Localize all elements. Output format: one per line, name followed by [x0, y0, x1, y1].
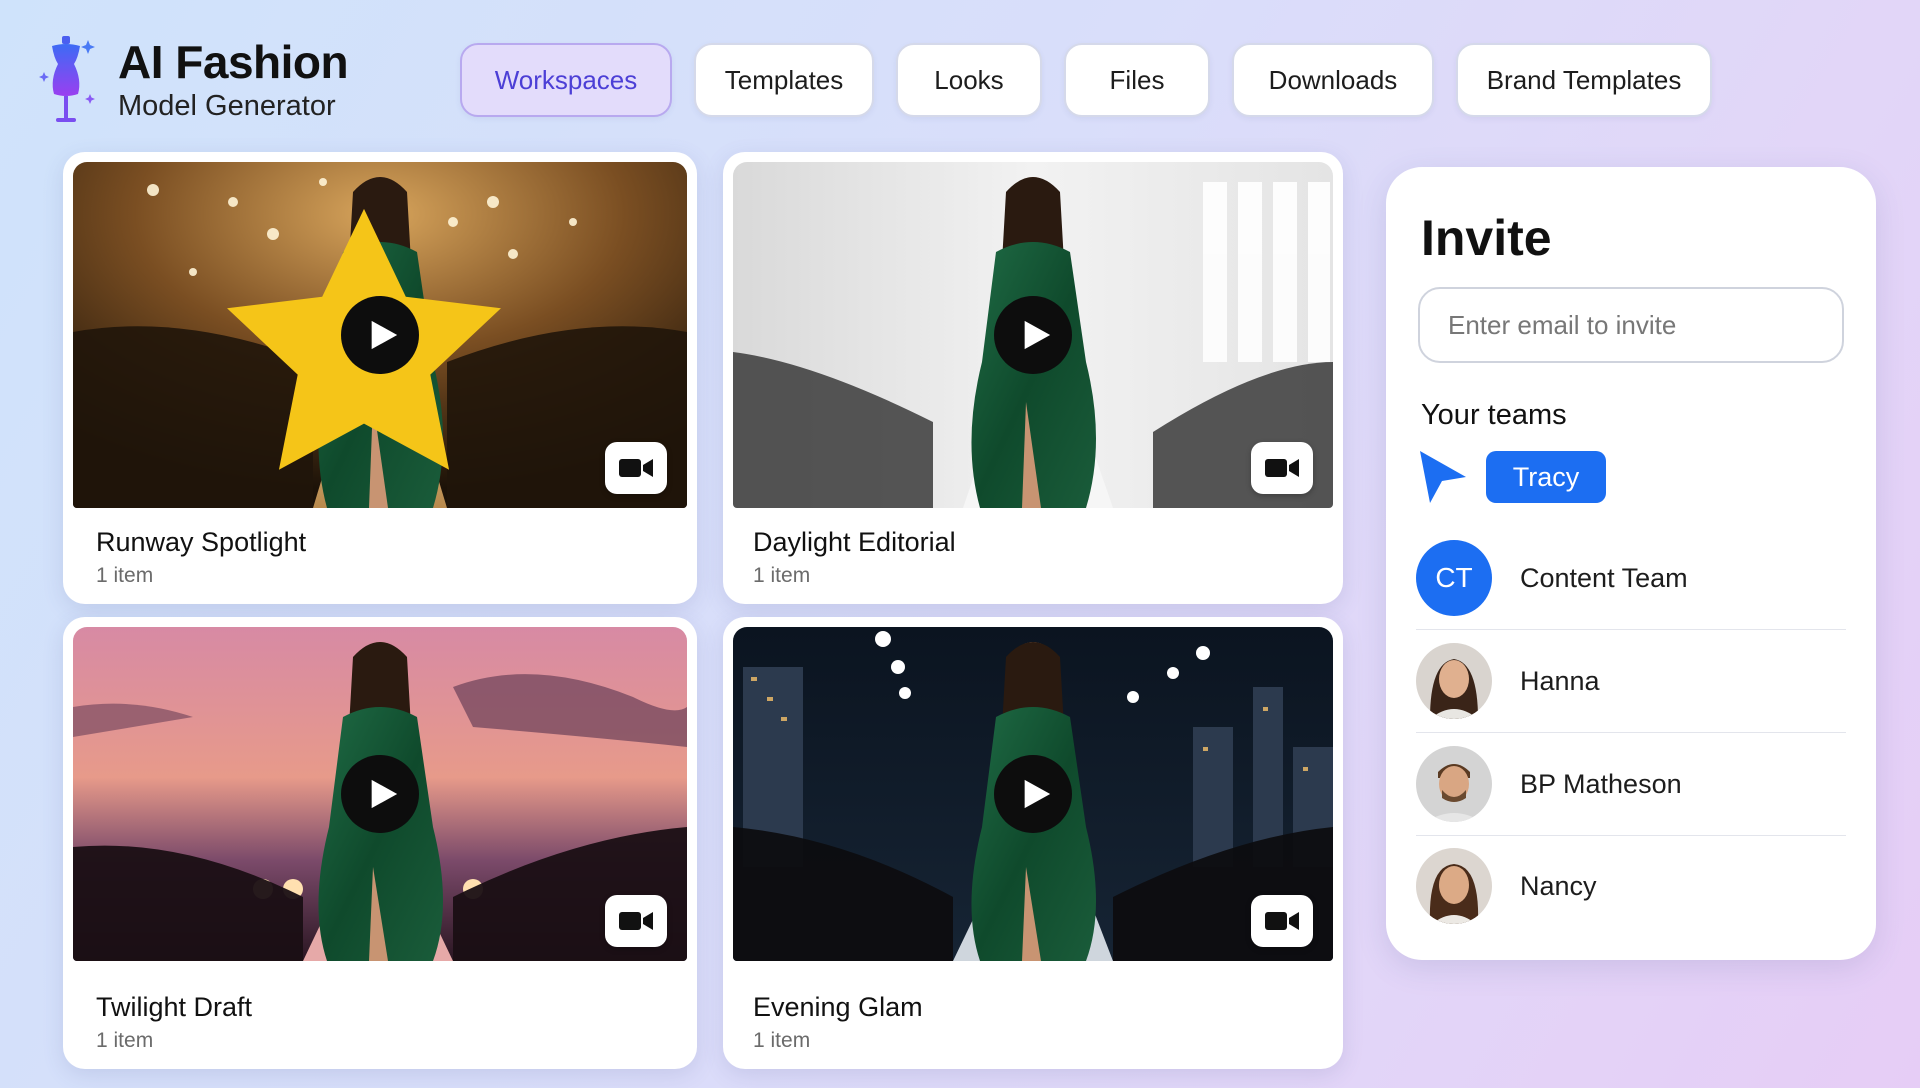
play-button[interactable] [994, 755, 1072, 833]
video-type-badge [1251, 895, 1313, 947]
video-camera-icon [1265, 459, 1299, 477]
workspace-thumbnail[interactable] [73, 162, 687, 508]
play-icon [371, 320, 398, 350]
avatar [1416, 848, 1492, 924]
cursor-arrow-icon [1420, 451, 1466, 503]
video-camera-icon [1265, 912, 1299, 930]
dress-form-logo-icon [39, 36, 95, 122]
workspace-title: Daylight Editorial [753, 527, 956, 557]
team-member-nancy[interactable]: Nancy [1416, 836, 1846, 936]
person-avatar-icon [1416, 746, 1492, 822]
team-member-content-team[interactable]: CT Content Team [1416, 528, 1846, 630]
member-name: Hanna [1520, 665, 1600, 696]
team-member-hanna[interactable]: Hanna [1416, 631, 1846, 733]
play-button[interactable] [341, 296, 419, 374]
video-type-badge [605, 895, 667, 947]
video-type-badge [605, 442, 667, 494]
team-member-bp-matheson[interactable]: BP Matheson [1416, 734, 1846, 836]
workspace-item-count: 1 item [753, 564, 811, 587]
app-subtitle: Model Generator [118, 89, 336, 122]
play-icon [1024, 320, 1051, 350]
current-user-chip[interactable]: Tracy [1486, 451, 1606, 503]
member-name: Nancy [1520, 870, 1597, 901]
play-icon [1024, 779, 1051, 809]
tab-workspaces[interactable]: Workspaces [460, 43, 672, 117]
workspace-title: Twilight Draft [96, 992, 253, 1022]
your-teams-label: Your teams [1421, 399, 1567, 431]
member-name: Content Team [1520, 562, 1688, 593]
tab-downloads[interactable]: Downloads [1232, 43, 1434, 117]
main-nav: Workspaces Templates Looks Files Downloa… [460, 43, 1712, 117]
workspace-card-evening-glam[interactable]: Evening Glam 1 item [723, 617, 1343, 1069]
member-name: BP Matheson [1520, 768, 1682, 799]
workspace-item-count: 1 item [753, 1029, 811, 1052]
tab-files[interactable]: Files [1064, 43, 1210, 117]
workspace-card-twilight-draft[interactable]: Twilight Draft 1 item [63, 617, 697, 1069]
workspace-item-count: 1 item [96, 1029, 154, 1052]
workspace-title: Runway Spotlight [96, 527, 307, 557]
workspace-thumbnail[interactable] [733, 162, 1333, 508]
workspace-card-daylight-editorial[interactable]: Daylight Editorial 1 item [723, 152, 1343, 604]
app-brand: AI Fashion Model Generator [38, 36, 349, 126]
avatar: CT [1416, 540, 1492, 616]
person-avatar-icon [1416, 848, 1492, 924]
workspace-title: Evening Glam [753, 992, 923, 1022]
invite-title: Invite [1421, 210, 1552, 266]
avatar [1416, 643, 1492, 719]
workspace-card-runway-spotlight[interactable]: Runway Spotlight 1 item [63, 152, 697, 604]
app-title: AI Fashion [118, 36, 349, 89]
tab-looks[interactable]: Looks [896, 43, 1042, 117]
tab-brand-templates[interactable]: Brand Templates [1456, 43, 1712, 117]
workspace-item-count: 1 item [96, 564, 154, 587]
video-camera-icon [619, 459, 653, 477]
play-icon [371, 779, 398, 809]
workspace-thumbnail[interactable] [733, 627, 1333, 961]
person-avatar-icon [1416, 643, 1492, 719]
avatar [1416, 746, 1492, 822]
video-camera-icon [619, 912, 653, 930]
tab-templates[interactable]: Templates [694, 43, 874, 117]
workspace-thumbnail[interactable] [73, 627, 687, 961]
play-button[interactable] [994, 296, 1072, 374]
video-type-badge [1251, 442, 1313, 494]
play-button[interactable] [341, 755, 419, 833]
invite-panel: Invite Your teams Tracy CT Content Team … [1386, 167, 1876, 960]
invite-email-input[interactable] [1418, 287, 1844, 363]
